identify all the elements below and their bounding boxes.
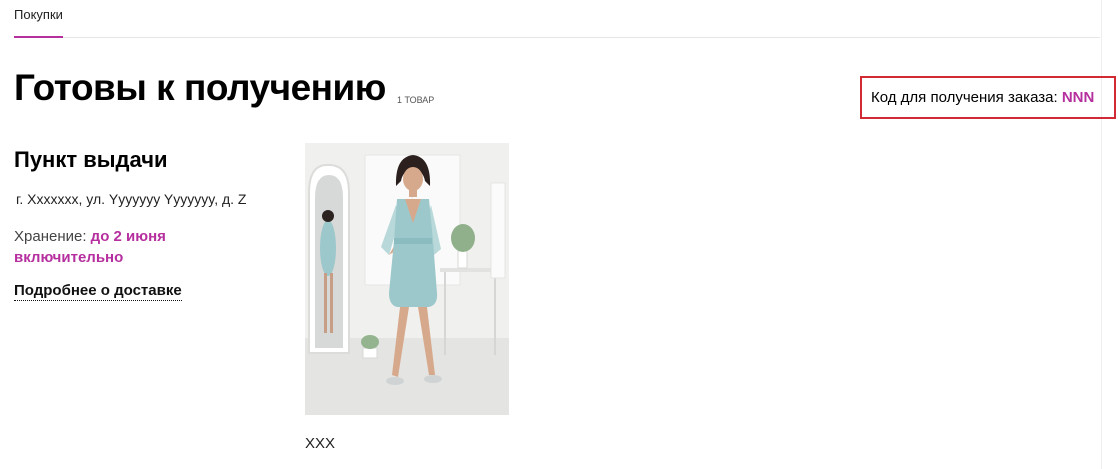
delivery-details-link[interactable]: Подробнее о доставке	[14, 282, 182, 301]
pickup-point-title: Пункт выдачи	[14, 147, 168, 172]
tab-active-underline	[14, 36, 63, 38]
tabs-bar: Покупки	[14, 0, 1100, 38]
pickup-address: г. Xxxxxxx, ул. Yyyyyyy Yyyyyyy, д. Z	[16, 191, 247, 207]
product-name: XXX	[305, 435, 336, 452]
pickup-code-box: Код для получения заказа: NNN	[860, 76, 1116, 119]
product-photo-illustration	[305, 143, 509, 415]
storage-info: Хранение: до 2 июня включительно	[14, 226, 214, 268]
page-title: Готовы к получению	[14, 67, 386, 108]
pickup-code-label: Код для получения заказа:	[871, 89, 1058, 106]
pickup-code-value: NNN	[1061, 89, 1095, 106]
item-count: 1 товар	[397, 95, 435, 105]
product-image[interactable]	[305, 143, 509, 415]
right-divider	[1101, 0, 1102, 469]
storage-label: Хранение:	[14, 228, 87, 245]
tab-purchases[interactable]: Покупки	[14, 7, 63, 38]
tab-purchases-label: Покупки	[14, 7, 63, 22]
